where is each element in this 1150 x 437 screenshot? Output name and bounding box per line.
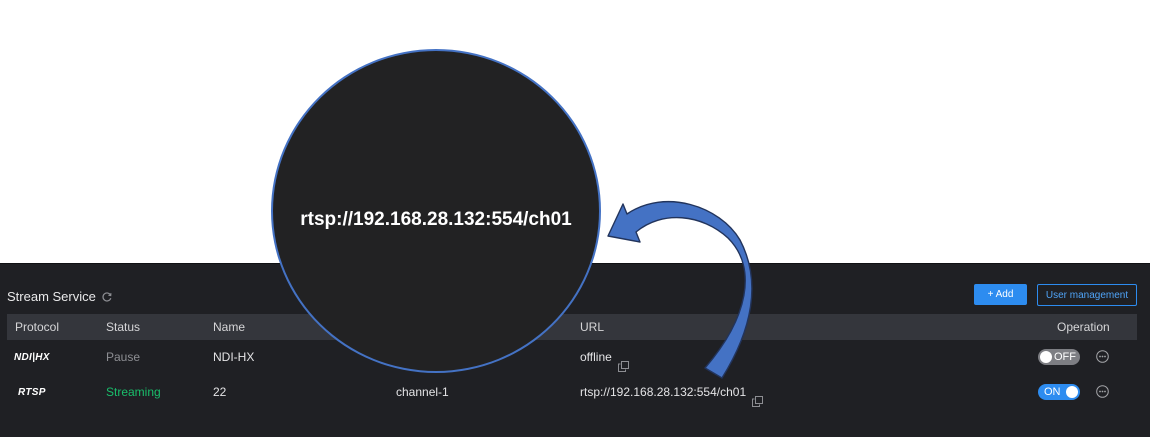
header-name: Name — [213, 320, 246, 334]
refresh-icon[interactable] — [101, 291, 113, 303]
header-protocol: Protocol — [15, 320, 60, 334]
header-operation: Operation — [1057, 320, 1110, 334]
copy-icon[interactable] — [752, 386, 764, 408]
header-url: URL — [580, 320, 605, 334]
status-text: Streaming — [106, 385, 161, 399]
stream-name: NDI-HX — [213, 350, 255, 364]
stream-url-cell: rtsp://192.168.28.132:554/ch01 — [580, 375, 764, 410]
stream-toggle[interactable]: OFF — [1038, 349, 1080, 365]
protocol-logo-ndi-hx: NDI|HX — [14, 352, 50, 363]
more-options-icon[interactable] — [1096, 385, 1109, 398]
zoomed-url-text: rtsp://192.168.28.132:554/ch01 — [300, 209, 572, 230]
panel-title: Stream Service — [7, 289, 96, 304]
stream-name: 22 — [213, 385, 227, 399]
stream-source: channel-1 — [396, 385, 449, 399]
user-management-button[interactable]: User management — [1037, 284, 1137, 306]
header-status: Status — [106, 320, 141, 334]
table-row: RTSP Streaming 22 channel-1 rtsp://192.1… — [7, 375, 1137, 410]
add-button[interactable]: + Add — [974, 284, 1027, 305]
stream-url-cell: offline — [580, 340, 629, 375]
status-text: Pause — [106, 350, 141, 364]
table-header: Protocol Status Name URL Operation — [7, 314, 1137, 340]
protocol-logo-rtsp: RTSP — [18, 387, 46, 398]
toggle-knob — [1040, 351, 1052, 363]
toggle-knob — [1066, 386, 1078, 398]
stream-toggle[interactable]: ON — [1038, 384, 1080, 400]
copy-icon[interactable] — [617, 351, 629, 373]
more-options-icon[interactable] — [1096, 350, 1109, 363]
toggle-label: OFF — [1054, 351, 1076, 363]
stream-url: rtsp://192.168.28.132:554/ch01 — [580, 385, 747, 399]
toggle-label: ON — [1044, 386, 1061, 398]
table-row: NDI|HX Pause NDI-HX offline OFF — [7, 340, 1137, 375]
zoom-callout: rtsp://192.168.28.132:554/ch01 — [271, 49, 601, 373]
panel-header: Stream Service — [7, 289, 113, 304]
stream-url: offline — [580, 350, 612, 364]
